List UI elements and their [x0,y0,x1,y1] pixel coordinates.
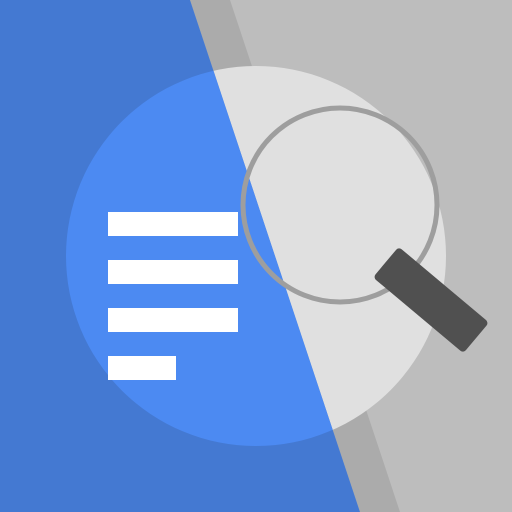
app-icon-artwork [0,0,512,512]
text-line [108,260,238,284]
text-line [108,212,238,236]
app-icon [0,0,512,512]
text-line [108,356,176,380]
text-line [108,308,238,332]
